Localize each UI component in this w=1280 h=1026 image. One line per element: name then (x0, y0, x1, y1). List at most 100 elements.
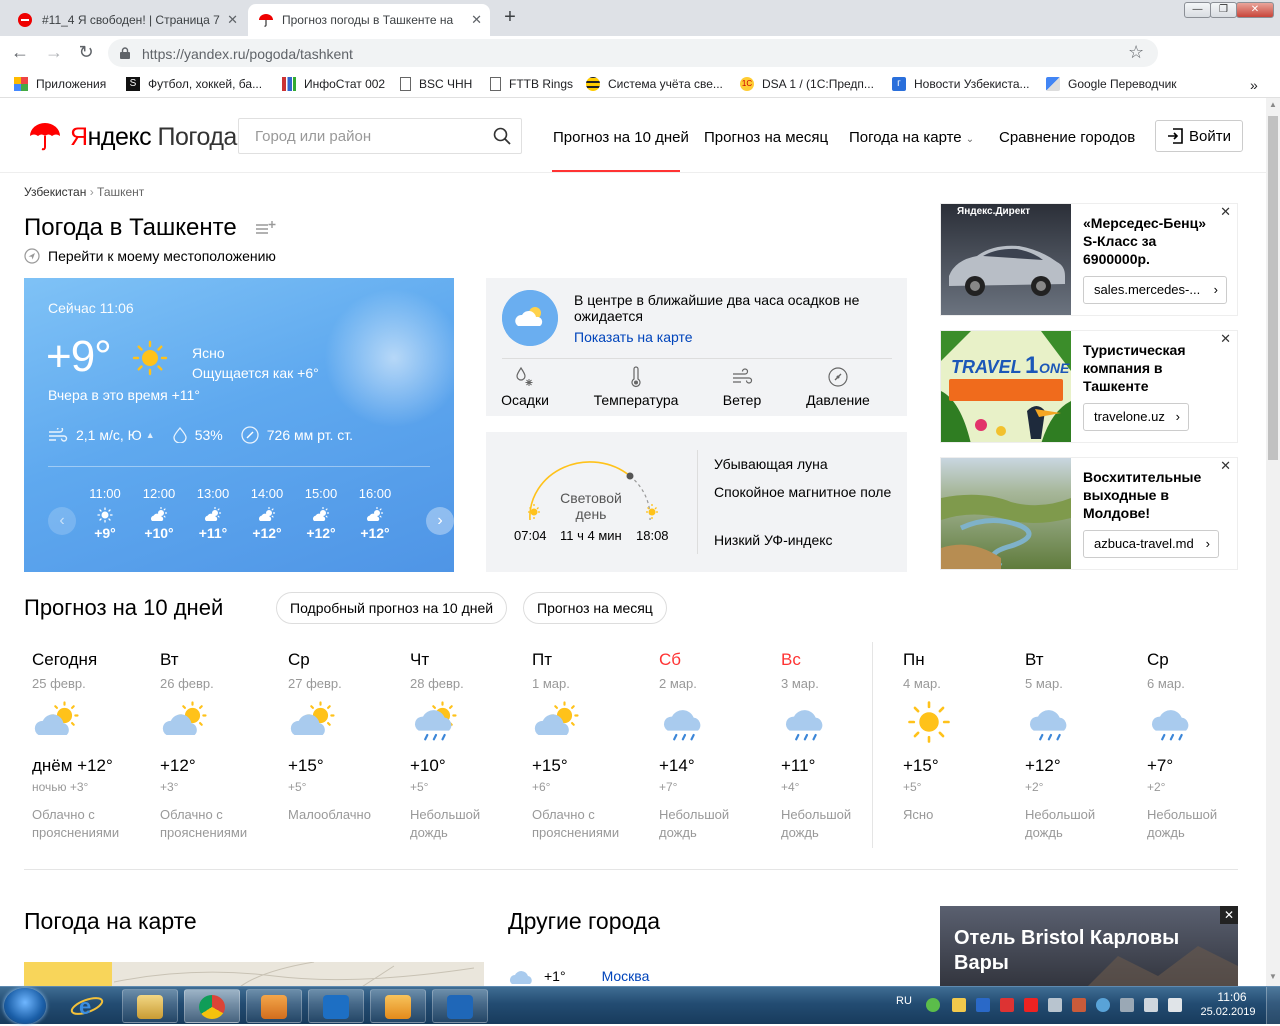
ad-link-button[interactable]: travelone.uz › (1083, 403, 1189, 431)
tray-network-icon[interactable] (1048, 998, 1062, 1012)
url-path: /pogoda/tashkent (245, 46, 353, 62)
taskbar-explorer[interactable] (122, 989, 178, 1023)
bookmark-fttb[interactable]: FTTB Rings (490, 77, 573, 91)
address-bar[interactable]: https://yandex.ru/pogoda/tashkent ☆ (108, 39, 1158, 67)
tray-sync-icon[interactable] (926, 998, 940, 1012)
reload-icon[interactable]: ↻ (74, 41, 98, 65)
tray-speaker-icon[interactable] (1168, 998, 1182, 1012)
browser-tab-weather[interactable]: Прогноз погоды в Ташкенте на ✕ (248, 4, 490, 36)
bookmark-bsc[interactable]: BSC ЧНН (400, 77, 472, 91)
bookmark-accounting[interactable]: Система учёта све... (586, 77, 723, 91)
tab-temperature[interactable]: Температура (591, 366, 681, 408)
show-desktop-button[interactable] (1266, 987, 1280, 1025)
bookmark-news[interactable]: г Новости Узбекиста... (892, 77, 1030, 91)
restore-button[interactable]: ❐ (1210, 2, 1237, 18)
bookmark-apps[interactable]: Приложения (14, 77, 106, 91)
city-search[interactable] (238, 118, 522, 154)
clock-date[interactable]: 25.02.2019 (1198, 1006, 1258, 1018)
login-button[interactable]: Войти (1155, 120, 1243, 152)
forecast-day[interactable]: Сб 2 мар. +14° +7° Небольшой дождь (659, 650, 779, 840)
yandex-weather-logo[interactable]: Яндекс Погода (28, 120, 237, 154)
my-location-link[interactable]: Перейти к моему местоположению (24, 248, 276, 264)
detailed-forecast-button[interactable]: Подробный прогноз на 10 дней (276, 592, 508, 624)
nav-month[interactable]: Прогноз на месяц (704, 129, 828, 146)
bookmark-dsa[interactable]: 1С DSA 1 / (1С:Предп... (740, 77, 874, 91)
forecast-day[interactable]: Пн 4 мар. +15° +5° Ясно (903, 650, 1023, 822)
city-list-item[interactable]: +1° Москва (508, 966, 649, 986)
search-icon[interactable] (493, 127, 511, 145)
city-name-link[interactable]: Москва (602, 968, 650, 984)
clock-time[interactable]: 11:06 (1212, 990, 1252, 1004)
forecast-day[interactable]: Чт 28 февр. +10° +5° Небольшой дождь (410, 650, 530, 840)
current-weather-card[interactable]: Сейчас 11:06 +9° Ясно Ощущается как +6° … (24, 278, 454, 572)
tray-volume-icon[interactable] (1072, 998, 1086, 1012)
close-ad-icon[interactable]: ✕ (1220, 331, 1231, 347)
tab-precipitation[interactable]: Осадки (480, 366, 570, 408)
add-favorite-icon[interactable] (255, 220, 277, 236)
browser-tab-forum[interactable]: #11_4 Я свободен! | Страница 7 ✕ (8, 4, 246, 36)
scrollbar-thumb[interactable] (1268, 116, 1278, 460)
hourly-forecast[interactable]: 11:00 +9° 12:00 +10° 13:00 +11° 14:00 +12° 15:00… (78, 486, 420, 556)
close-ad-icon[interactable]: ✕ (1220, 906, 1238, 924)
day-name: Сб (659, 650, 682, 669)
forecast-day[interactable]: Вс 3 мар. +11° +4° Небольшой дождь (781, 650, 901, 840)
tray-app-icon[interactable] (1096, 998, 1110, 1012)
tray-outlook-icon[interactable] (976, 998, 990, 1012)
ad-travelone[interactable]: TRAVEL 1 ONE Туристическая компания в Та… (940, 330, 1238, 443)
taskbar-chrome[interactable] (184, 989, 240, 1023)
bookmark-translate[interactable]: Google Переводчик (1046, 77, 1177, 91)
taskbar-media-player[interactable] (246, 989, 302, 1023)
tray-flag-icon[interactable] (1000, 998, 1014, 1012)
nav-map[interactable]: Погода на карте ⌄ (849, 129, 974, 146)
close-ad-icon[interactable]: ✕ (1220, 458, 1231, 474)
forecast-day[interactable]: Сегодня 25 февр. днём +12° ночью +3° Облачно… (32, 650, 152, 840)
ad-link-button[interactable]: azbuca-travel.md › (1083, 530, 1219, 558)
ad-moldova[interactable]: Восхитительные выходные в Молдове! azbuc… (940, 457, 1238, 570)
new-tab-button[interactable]: + (498, 6, 522, 30)
start-button[interactable] (4, 988, 46, 1024)
ad-mercedes[interactable]: Яндекс.Директ «Мерседес-Бенц» S-Класс за… (940, 203, 1238, 316)
ad-link-button[interactable]: sales.mercedes-... › (1083, 276, 1227, 304)
tray-mail-icon[interactable] (952, 998, 966, 1012)
back-arrow-icon[interactable]: ← (8, 41, 32, 65)
forecast-day[interactable]: Вт 26 февр. +12° +3° Облачно с прояснениями (160, 650, 280, 840)
breadcrumb-country[interactable]: Узбекистан (24, 185, 86, 199)
forecast-day[interactable]: Вт 5 мар. +12° +2° Небольшой дождь (1025, 650, 1145, 840)
bookmark-infostat[interactable]: ИнфоСтат 002 (282, 77, 385, 91)
nav-compare[interactable]: Сравнение городов (999, 129, 1135, 146)
bookmark-star-icon[interactable]: ☆ (1128, 42, 1144, 63)
taskbar-app[interactable] (370, 989, 426, 1023)
forecast-day[interactable]: Ср 27 февр. +15° +5° Малооблачно (288, 650, 408, 822)
forecast-day[interactable]: Пт 1 мар. +15° +6° Облачно с прояснениями (532, 650, 652, 840)
hourly-next-button[interactable]: › (426, 507, 454, 535)
hourly-prev-button[interactable]: ‹ (48, 507, 76, 535)
tray-power-icon[interactable] (1144, 998, 1158, 1012)
close-tab-icon[interactable]: ✕ (227, 12, 238, 28)
ad-hotel-bristol[interactable]: Отель Bristol Карловы Вары ✕ (940, 906, 1238, 986)
scroll-down-icon[interactable]: ▼ (1268, 972, 1278, 982)
tray-display-icon[interactable] (1120, 998, 1134, 1012)
close-tab-icon[interactable]: ✕ (471, 12, 482, 28)
close-window-button[interactable]: ✕ (1236, 2, 1274, 18)
nav-10-days[interactable]: Прогноз на 10 дней (553, 129, 689, 146)
close-ad-icon[interactable]: ✕ (1220, 204, 1231, 220)
month-forecast-button[interactable]: Прогноз на месяц (523, 592, 667, 624)
input-language[interactable]: RU (896, 995, 912, 1007)
taskbar-lync[interactable] (308, 989, 364, 1023)
show-on-map-link[interactable]: Показать на карте (574, 329, 693, 345)
taskbar-outlook[interactable] (432, 989, 488, 1023)
minimize-button[interactable]: — (1184, 2, 1211, 18)
scroll-up-icon[interactable]: ▲ (1268, 100, 1278, 110)
city-search-input[interactable] (239, 119, 489, 153)
bookmark-sports[interactable]: S Футбол, хоккей, ба... (126, 77, 262, 91)
bookmarks-overflow-icon[interactable]: » (1250, 77, 1258, 93)
forecast-day[interactable]: Ср 6 мар. +7° +2° Небольшой дождь (1147, 650, 1266, 840)
internet-explorer-icon[interactable]: e (70, 991, 104, 1021)
forward-arrow-icon[interactable]: → (42, 41, 66, 65)
tab-wind[interactable]: Ветер (697, 366, 787, 408)
weather-map-preview[interactable] (24, 962, 484, 986)
tray-antivirus-icon[interactable] (1024, 998, 1038, 1012)
svg-text:e: e (79, 994, 91, 1019)
tab-pressure[interactable]: Давление (793, 366, 883, 408)
hourly-item: 11:00 +9° (78, 486, 132, 541)
